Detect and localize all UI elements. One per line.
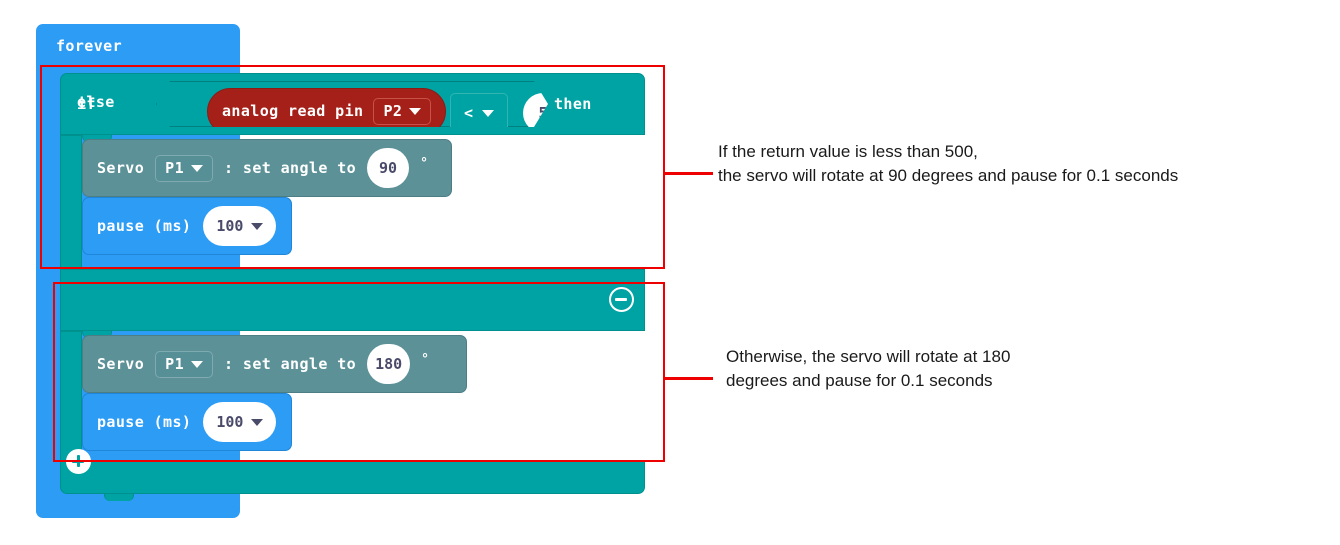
chevron-down-icon [191,164,204,172]
pause-duration-dropdown[interactable]: 100 [203,402,277,442]
annotation-line-2: the servo will rotate at 90 degrees and … [718,166,1179,186]
chevron-down-icon [191,360,204,368]
pause-duration-dropdown[interactable]: 100 [203,206,277,246]
servo-pin-value: P1 [165,354,185,373]
annotation-line-1: Otherwise, the servo will rotate at 180 [726,347,1011,366]
plus-circle-icon[interactable] [66,449,91,474]
else-label: else [77,93,115,111]
pin-dropdown-p2[interactable]: P2 [373,98,431,125]
pause-label: pause (ms) [97,216,192,235]
chevron-down-icon [482,110,494,117]
servo-pin-value: P1 [165,158,185,177]
analog-read-pin-label: analog read pin [222,102,364,120]
servo-label: Servo [97,354,145,373]
chevron-down-icon [409,108,421,115]
operator-value: < [464,103,474,122]
if-else-block[interactable]: if analog read pin P2 < 500 then [60,73,645,501]
block-notch [88,24,118,31]
minus-circle-icon[interactable] [609,287,634,312]
annotation-leader-if-branch [665,172,713,175]
pin-dropdown-value: P2 [383,102,403,120]
servo-label: Servo [97,158,145,177]
chevron-down-icon [251,222,264,230]
annotation-text-else-branch: Otherwise, the servo will rotate at 180 … [726,345,1326,393]
servo-pin-dropdown[interactable]: P1 [155,350,214,378]
then-label: then [554,95,592,113]
servo-set-angle-label: : set angle to [224,354,357,373]
if-branch-spine [60,135,82,269]
forever-label: forever [56,37,123,55]
pause-block-if[interactable]: pause (ms) 100 [82,197,292,255]
servo-angle-input[interactable]: 90 [367,148,410,188]
degree-symbol: ° [420,155,428,171]
servo-set-angle-block-180[interactable]: Servo P1 : set angle to 180 ° [82,335,467,393]
pause-label: pause (ms) [97,412,192,431]
servo-angle-input[interactable]: 180 [367,344,411,384]
screenshot-canvas: forever if analog read pin P2 < 500 [0,0,1340,545]
servo-set-angle-label: : set angle to [224,158,357,177]
else-branch-spine [60,331,82,461]
servo-pin-dropdown[interactable]: P1 [155,154,214,182]
block-notch [104,494,134,501]
annotation-line-2: degrees and pause for 0.1 seconds [726,371,993,391]
degree-symbol: ° [421,351,429,367]
else-header-row[interactable] [60,269,645,331]
block-notch [104,451,132,458]
block-notch [104,255,132,262]
comparison-boolean-block[interactable]: analog read pin P2 < 500 [156,81,548,127]
pause-duration-value: 100 [216,413,244,431]
chevron-down-icon [251,418,264,426]
annotation-line-1: If the return value is less than 500, [718,142,978,161]
annotation-leader-else-branch [665,377,713,380]
pause-duration-value: 100 [216,217,244,235]
servo-set-angle-block-90[interactable]: Servo P1 : set angle to 90 ° [82,139,452,197]
annotation-text-if-branch: If the return value is less than 500, the… [718,140,1318,188]
if-else-closing-band [60,461,645,494]
pause-block-else[interactable]: pause (ms) 100 [82,393,292,451]
